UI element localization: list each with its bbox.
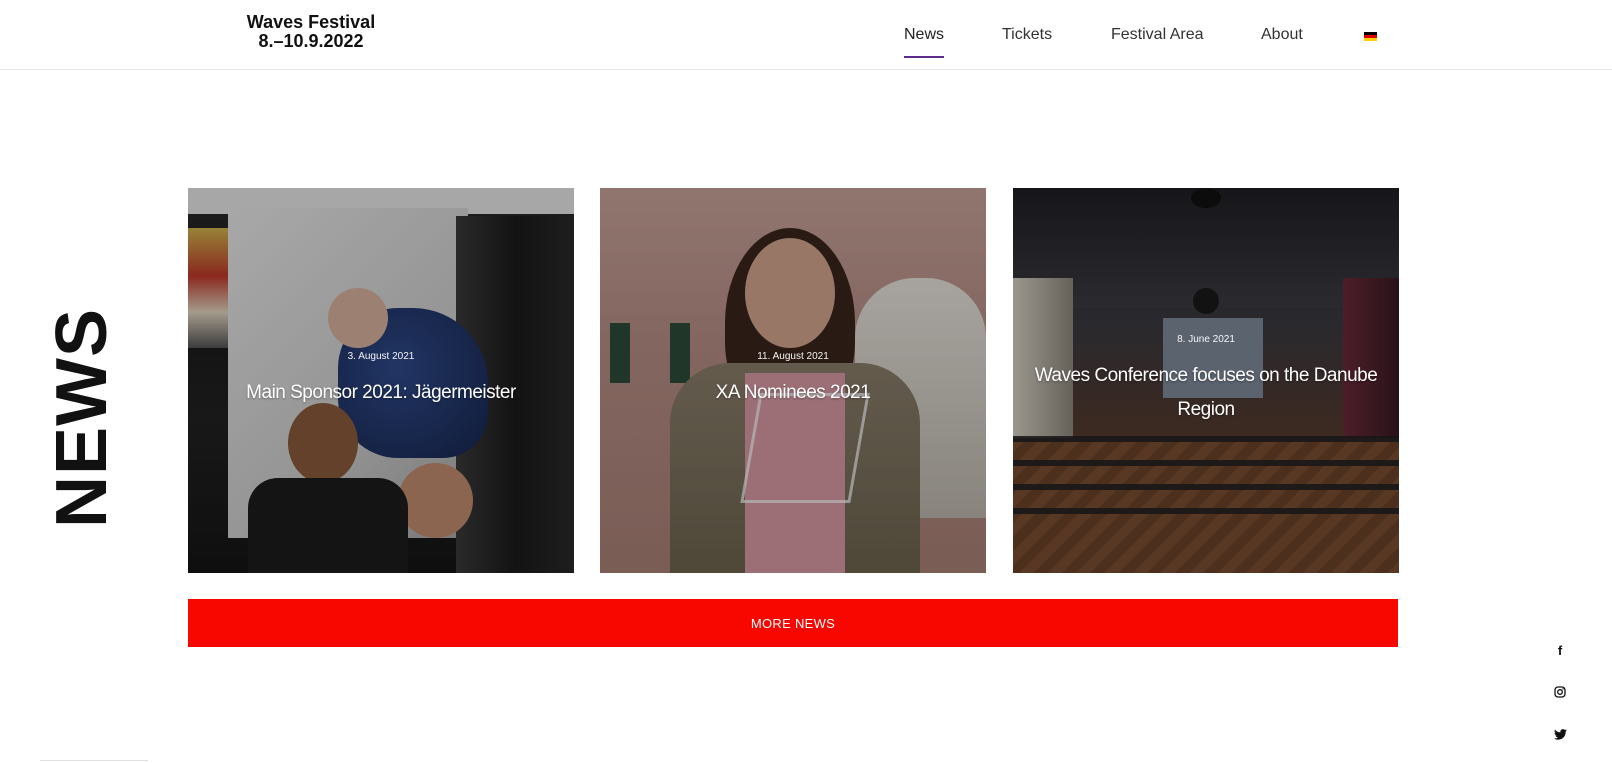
news-card-date: 11. August 2021	[757, 351, 829, 362]
nav-item-label: Festival Area	[1111, 26, 1204, 43]
nav-item-festival-area[interactable]: Festival Area	[1111, 26, 1203, 44]
instagram-icon[interactable]	[1550, 682, 1570, 702]
logo-dates: 8.–10.9.2022	[258, 31, 364, 51]
facebook-icon[interactable]: f	[1550, 640, 1570, 660]
news-card-date: 8. June 2021	[1177, 334, 1235, 345]
nav-item-label: About	[1261, 26, 1303, 43]
news-card-title[interactable]: XA Nominees 2021	[716, 376, 871, 410]
news-card-title[interactable]: Waves Conference focuses on the Danube R…	[1027, 359, 1385, 427]
news-card[interactable]: 3. August 2021 Main Sponsor 2021: Jägerm…	[188, 188, 574, 573]
logo-title: Waves Festival	[246, 12, 376, 32]
nav-item-about[interactable]: About	[1261, 26, 1303, 44]
news-card-title[interactable]: Main Sponsor 2021: Jägermeister	[246, 376, 516, 410]
footer-divider	[40, 760, 148, 761]
active-underline	[904, 56, 945, 58]
german-flag-icon[interactable]	[1364, 32, 1377, 41]
section-title: NEWS	[42, 308, 122, 528]
site-logo[interactable]: Waves Festival 8.–10.9.2022	[241, 13, 381, 51]
news-card[interactable]: 8. June 2021 Waves Conference focuses on…	[1013, 188, 1399, 573]
nav-item-tickets[interactable]: Tickets	[1002, 26, 1052, 44]
news-card[interactable]: 11. August 2021 XA Nominees 2021	[600, 188, 986, 573]
news-card-date: 3. August 2021	[347, 351, 415, 362]
nav-item-label: Tickets	[1002, 26, 1053, 43]
more-news-button[interactable]: MORE NEWS	[188, 599, 1398, 647]
nav-item-label: News	[904, 26, 945, 43]
nav-item-news[interactable]: News	[904, 26, 945, 58]
twitter-icon[interactable]	[1550, 724, 1570, 744]
site-header: Waves Festival 8.–10.9.2022 News Tickets…	[0, 0, 1612, 70]
